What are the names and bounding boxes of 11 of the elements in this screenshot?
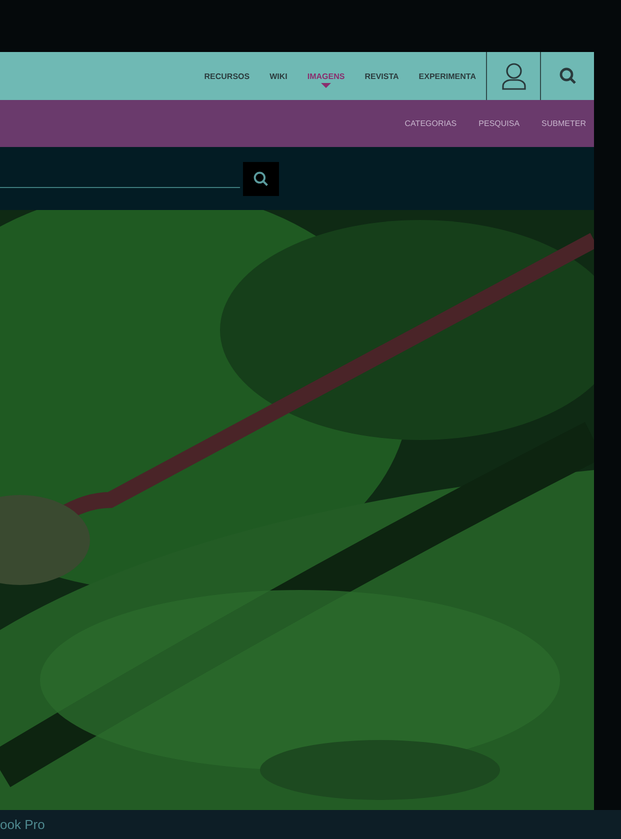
device-label: ook Pro xyxy=(0,817,45,832)
subnav-link[interactable]: SUBMETER xyxy=(542,119,586,128)
search-button[interactable] xyxy=(243,162,279,196)
nav-link[interactable]: IMAGENS xyxy=(297,52,355,100)
nav-link[interactable]: RECURSOS xyxy=(194,52,260,100)
nav-link[interactable]: EXPERIMENTA xyxy=(408,52,486,100)
subnav-link[interactable]: CATEGORIAS xyxy=(404,119,457,128)
nav-link[interactable]: REVISTA xyxy=(354,52,409,100)
search-icon xyxy=(253,170,269,186)
nav-link[interactable]: WIKI xyxy=(260,52,298,100)
subnav-link[interactable]: PESQUISA xyxy=(478,119,520,128)
